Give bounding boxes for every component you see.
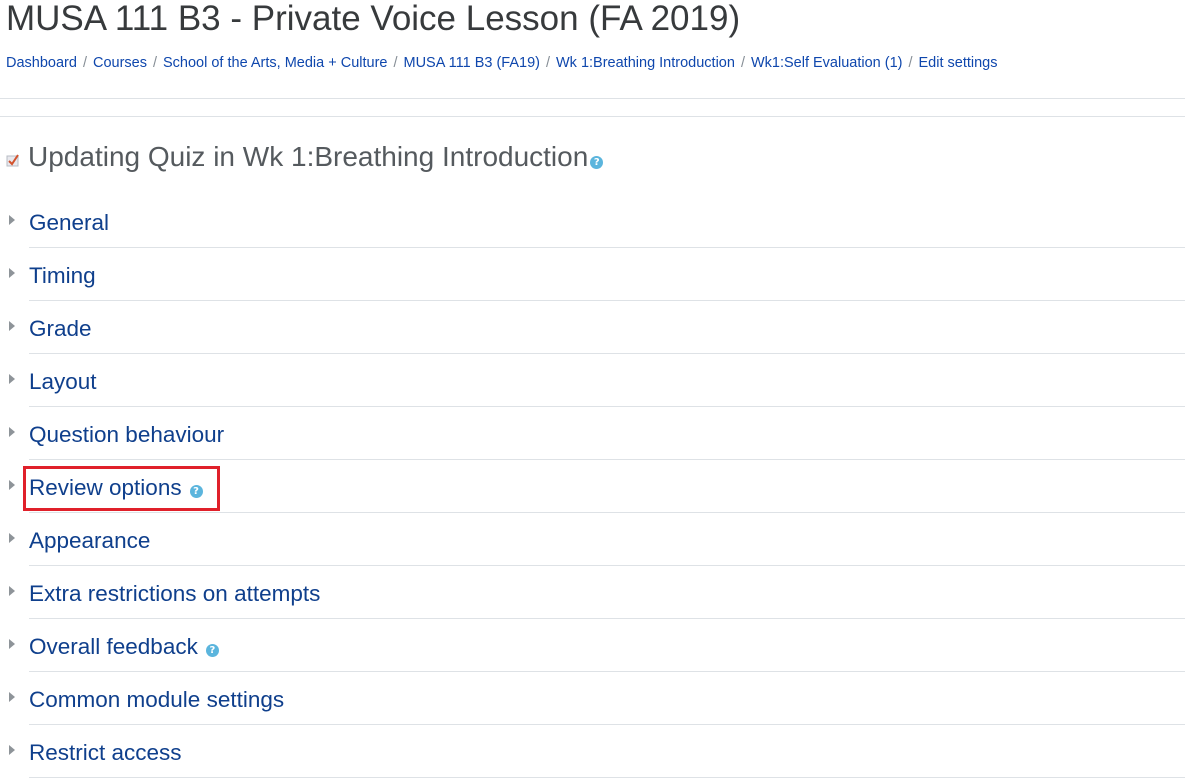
- breadcrumb-item-school[interactable]: School of the Arts, Media + Culture: [163, 55, 387, 71]
- breadcrumb-separator: /: [740, 55, 745, 71]
- section-overall-feedback: Overall feedback?: [0, 619, 1185, 672]
- settings-sections: General Timing Grade Layout Question beh…: [0, 195, 1185, 778]
- section-common-module-settings: Common module settings: [0, 672, 1185, 725]
- breadcrumb-item-courses[interactable]: Courses: [93, 55, 147, 71]
- section-question-behaviour-toggle[interactable]: Question behaviour: [29, 421, 224, 449]
- caret-right-icon[interactable]: [9, 427, 15, 437]
- section-review-options: Review options?: [0, 460, 1185, 513]
- section-label: Review options: [29, 475, 182, 500]
- page-title: Updating Quiz in Wk 1:Breathing Introduc…: [28, 141, 589, 172]
- section-restrict-access: Restrict access: [0, 725, 1185, 778]
- section-extra-restrictions: Extra restrictions on attempts: [0, 566, 1185, 619]
- breadcrumb-item-dashboard[interactable]: Dashboard: [6, 55, 77, 71]
- section-appearance: Appearance: [0, 513, 1185, 566]
- section-label: Extra restrictions on attempts: [29, 581, 321, 606]
- breadcrumb-separator: /: [82, 55, 87, 71]
- breadcrumb-separator: /: [393, 55, 398, 71]
- section-label: Restrict access: [29, 740, 182, 765]
- section-label: Layout: [29, 369, 97, 394]
- section-question-behaviour: Question behaviour: [0, 407, 1185, 460]
- caret-right-icon[interactable]: [9, 692, 15, 702]
- breadcrumb: Dashboard / Courses / School of the Arts, Me…: [6, 53, 998, 73]
- page-heading: Updating Quiz in Wk 1:Breathing Introduc…: [6, 138, 604, 176]
- breadcrumb-separator: /: [545, 55, 550, 71]
- section-layout: Layout: [0, 354, 1185, 407]
- quiz-icon: [6, 154, 19, 167]
- caret-right-icon[interactable]: [9, 374, 15, 384]
- section-layout-toggle[interactable]: Layout: [29, 368, 97, 396]
- section-label: Timing: [29, 263, 96, 288]
- caret-right-icon[interactable]: [9, 480, 15, 490]
- section-restrict-access-toggle[interactable]: Restrict access: [29, 739, 182, 767]
- help-icon[interactable]: ?: [590, 155, 604, 169]
- course-title: MUSA 111 B3 - Private Voice Lesson (FA 2…: [6, 0, 741, 38]
- divider: [0, 116, 1185, 117]
- page: MUSA 111 B3 - Private Voice Lesson (FA 2…: [0, 0, 1185, 783]
- caret-right-icon[interactable]: [9, 586, 15, 596]
- divider: [29, 777, 1185, 778]
- caret-right-icon[interactable]: [9, 533, 15, 543]
- help-icon[interactable]: ?: [205, 643, 219, 657]
- breadcrumb-item-section[interactable]: Wk 1:Breathing Introduction: [556, 55, 735, 71]
- caret-right-icon[interactable]: [9, 321, 15, 331]
- breadcrumb-separator: /: [908, 55, 913, 71]
- section-grade-toggle[interactable]: Grade: [29, 315, 92, 343]
- section-general: General: [0, 195, 1185, 248]
- caret-right-icon[interactable]: [9, 745, 15, 755]
- section-review-options-toggle[interactable]: Review options?: [29, 474, 203, 502]
- caret-right-icon[interactable]: [9, 268, 15, 278]
- section-label: Question behaviour: [29, 422, 225, 447]
- section-timing-toggle[interactable]: Timing: [29, 262, 96, 290]
- breadcrumb-separator: /: [152, 55, 157, 71]
- section-overall-feedback-toggle[interactable]: Overall feedback?: [29, 633, 219, 661]
- section-common-module-settings-toggle[interactable]: Common module settings: [29, 686, 284, 714]
- breadcrumb-item-edit-settings[interactable]: Edit settings: [919, 55, 998, 71]
- breadcrumb-item-activity[interactable]: Wk1:Self Evaluation (1): [751, 55, 903, 71]
- divider: [0, 98, 1185, 99]
- caret-right-icon[interactable]: [9, 215, 15, 225]
- section-label: Grade: [29, 316, 92, 341]
- section-label: Overall feedback: [29, 634, 198, 659]
- section-label: Common module settings: [29, 687, 285, 712]
- section-appearance-toggle[interactable]: Appearance: [29, 527, 150, 555]
- section-extra-restrictions-toggle[interactable]: Extra restrictions on attempts: [29, 580, 320, 608]
- section-timing: Timing: [0, 248, 1185, 301]
- breadcrumb-item-course[interactable]: MUSA 111 B3 (FA19): [404, 55, 540, 71]
- section-label: General: [29, 210, 110, 235]
- help-icon[interactable]: ?: [189, 484, 203, 498]
- section-general-toggle[interactable]: General: [29, 209, 109, 237]
- section-label: Appearance: [29, 528, 151, 553]
- caret-right-icon[interactable]: [9, 639, 15, 649]
- section-grade: Grade: [0, 301, 1185, 354]
